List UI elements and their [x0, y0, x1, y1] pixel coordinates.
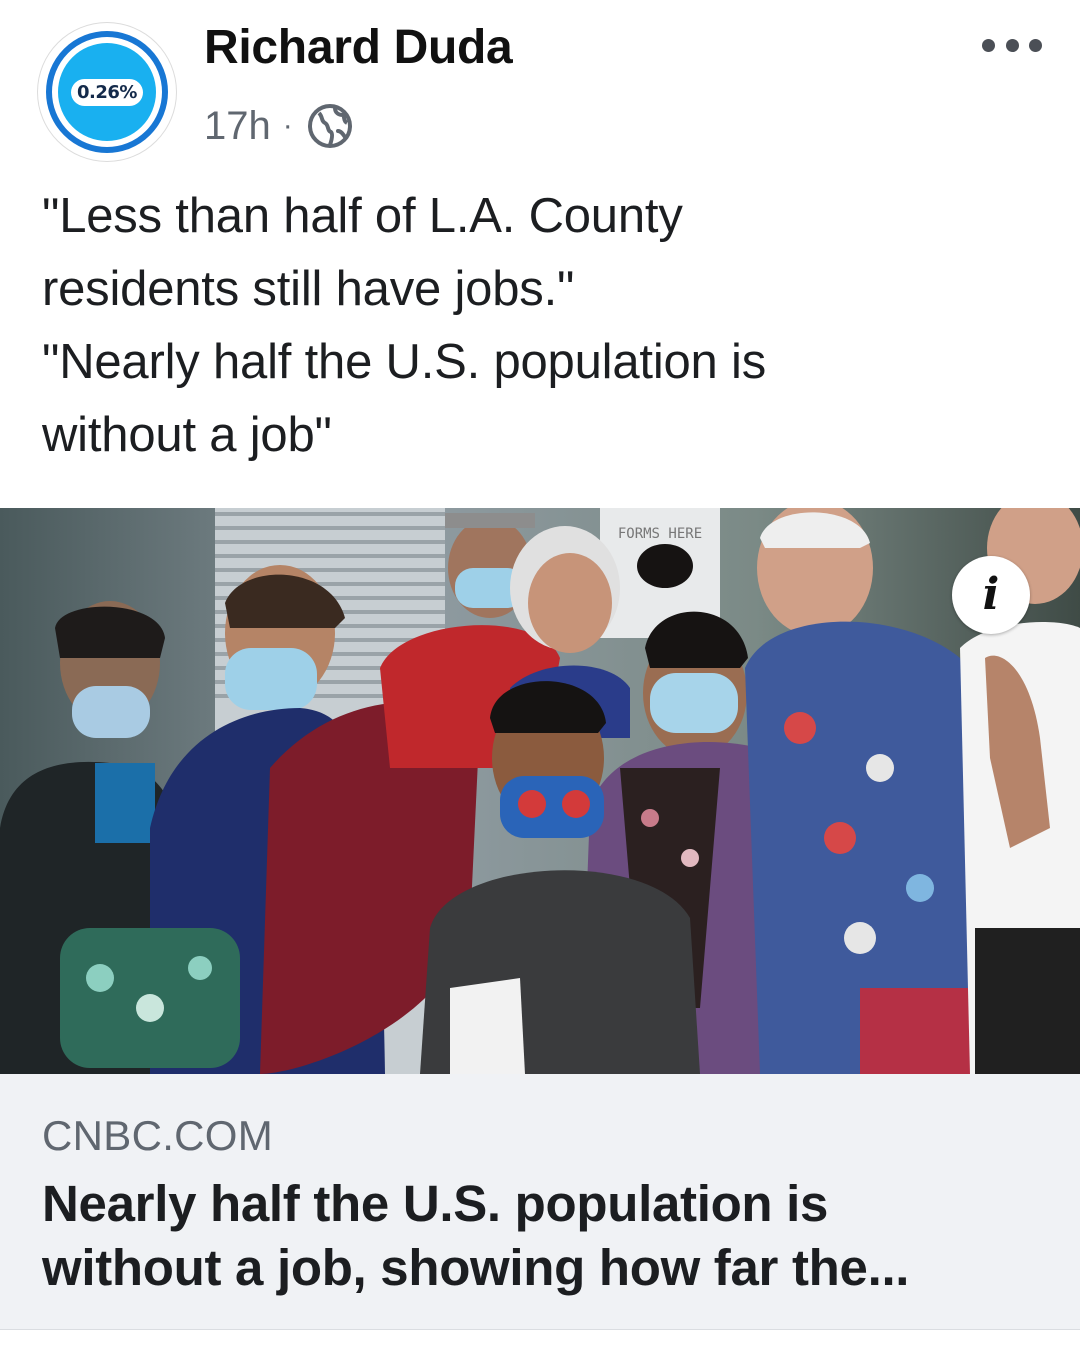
meta-separator: ·: [282, 109, 293, 142]
forms-sign-text: FORMS HERE: [618, 526, 702, 542]
globe-icon: [307, 104, 352, 148]
post-text: "Less than half of L.A. County residents…: [42, 180, 1042, 472]
info-glyph: i: [982, 569, 1000, 620]
avatar-ring: 0.26%: [46, 31, 168, 153]
link-title[interactable]: Nearly half the U.S. population is witho…: [42, 1172, 1042, 1300]
avatar[interactable]: 0.26%: [38, 23, 176, 161]
link-domain: CNBC.COM: [42, 1112, 274, 1159]
post-text-line: without a job": [42, 408, 332, 462]
post-timestamp[interactable]: 17h: [204, 104, 271, 149]
post-text-line: "Nearly half the U.S. population is: [42, 335, 767, 389]
more-dot: [1029, 38, 1042, 52]
post-meta: 17h ·: [204, 98, 355, 154]
crowd-photo: FORMS HERE: [0, 508, 1080, 1074]
info-icon[interactable]: i: [952, 556, 1030, 634]
author-name[interactable]: Richard Duda: [204, 20, 513, 75]
more-dot: [982, 38, 995, 52]
more-dot: [1005, 38, 1019, 52]
avatar-badge: 0.26%: [58, 43, 156, 141]
post-header: 0.26% Richard Duda 17h ·: [0, 0, 1080, 161]
facebook-post: 0.26% Richard Duda 17h · "Less than half…: [0, 0, 1080, 1350]
avatar-text: 0.26%: [71, 78, 143, 106]
link-title-line: Nearly half the U.S. population is: [42, 1175, 829, 1232]
post-text-line: residents still have jobs.": [42, 262, 575, 316]
link-preview-image[interactable]: FORMS HERE: [0, 508, 1080, 1074]
link-preview-meta[interactable]: CNBC.COM Nearly half the U.S. population…: [0, 1074, 1080, 1330]
more-options-icon[interactable]: [982, 30, 1042, 60]
post-text-line: "Less than half of L.A. County: [42, 189, 683, 243]
link-title-line: without a job, showing how far the...: [42, 1239, 910, 1296]
